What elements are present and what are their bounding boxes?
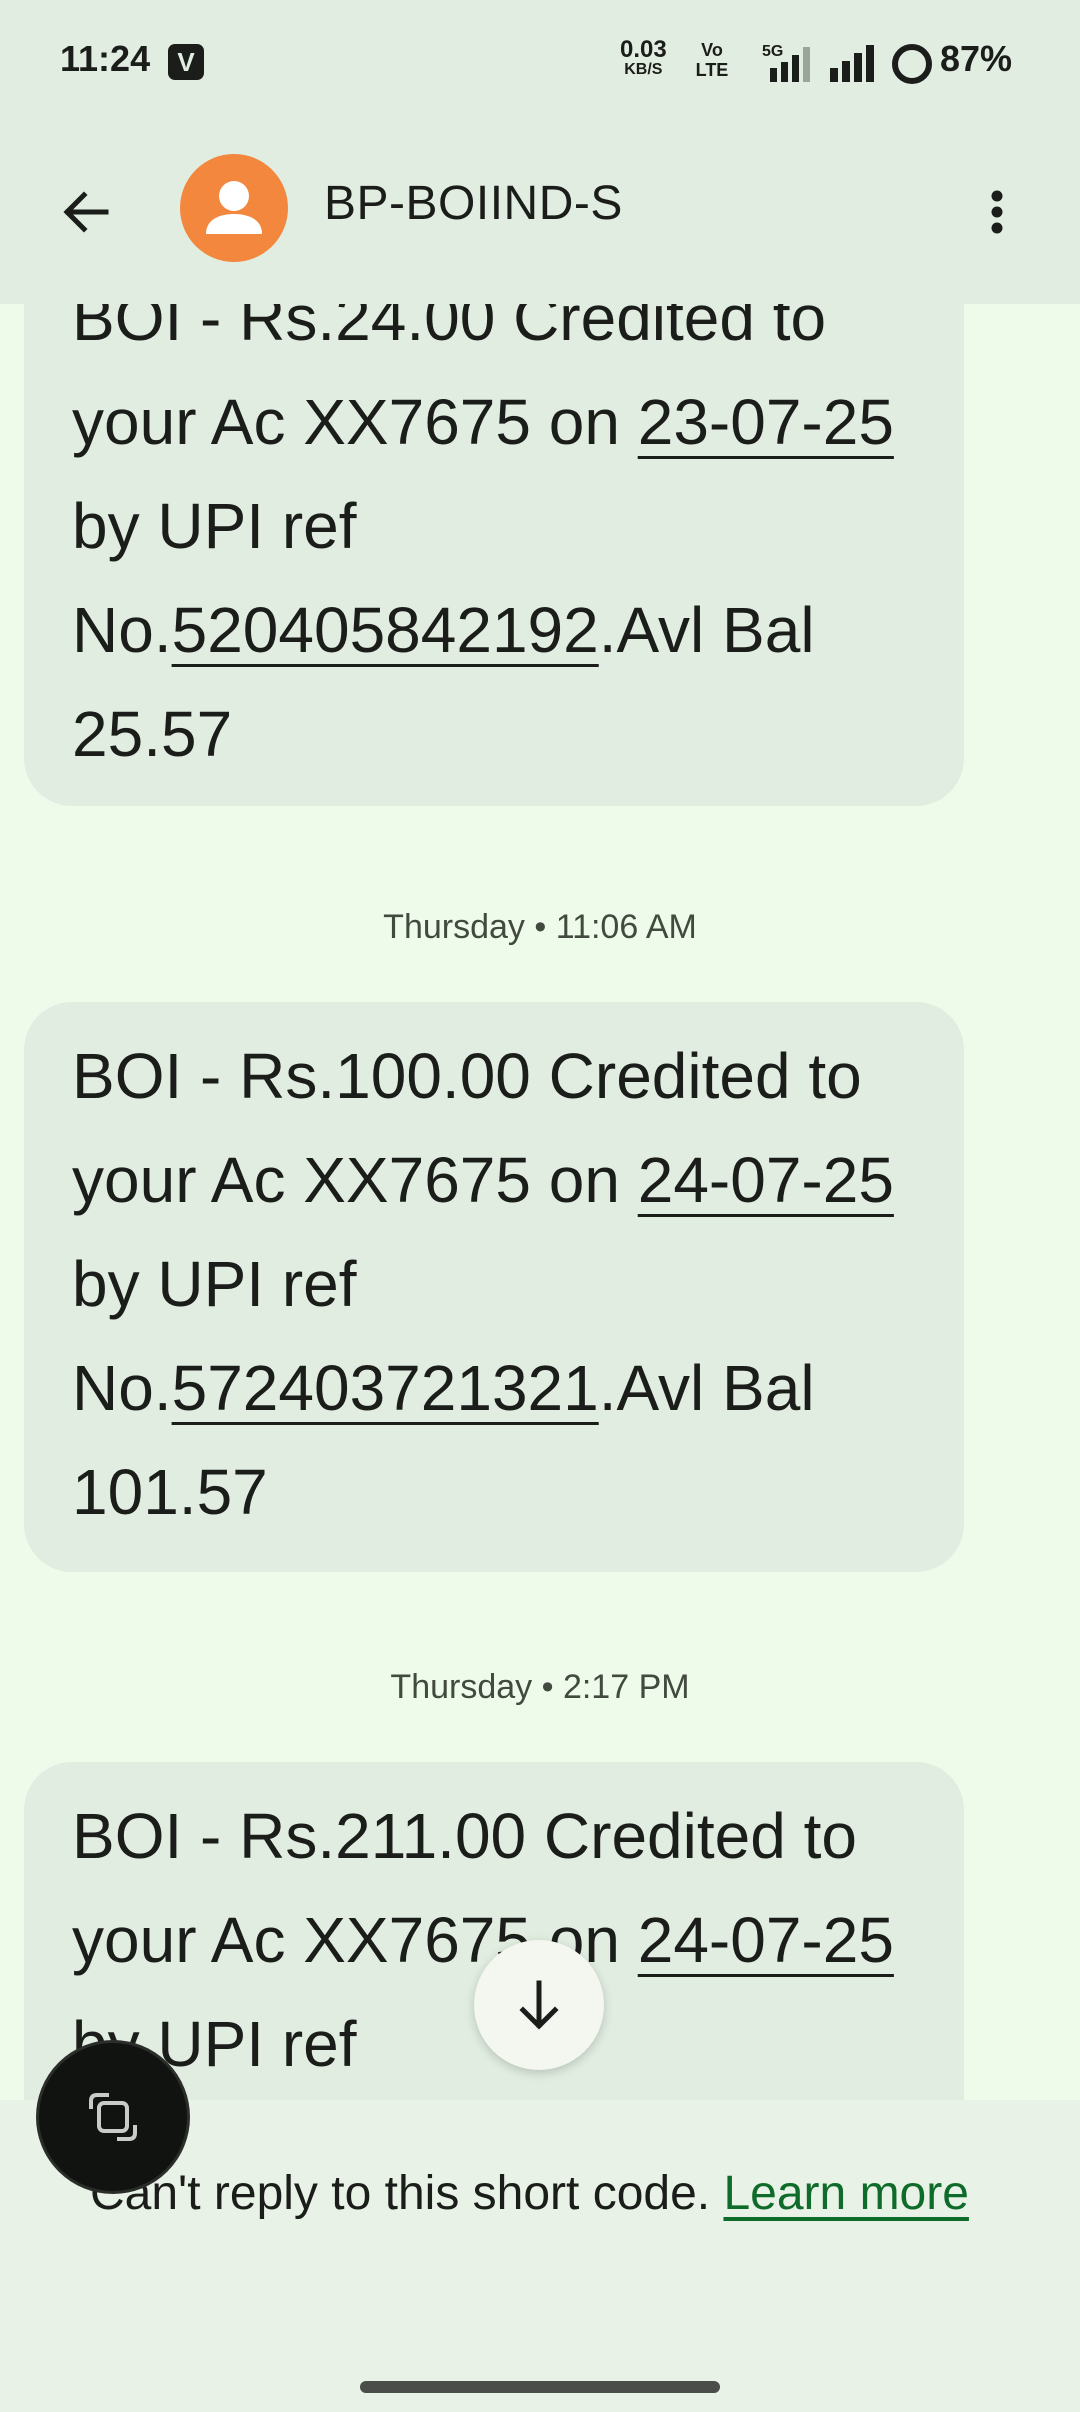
- learn-more-link[interactable]: Learn more: [723, 2167, 968, 2220]
- screen-rotate-icon: [89, 2093, 137, 2141]
- network-speed-unit: KB/S: [624, 61, 663, 78]
- signal-5g-icon: 5G: [762, 43, 810, 82]
- status-bar: 11:24 V 0.03 KB/S Vo LTE 5G 87%: [0, 0, 1080, 124]
- message-ref-link[interactable]: 572403721321: [172, 1352, 599, 1424]
- message-list[interactable]: BOI - Rs.24.00 Credited to your Ac XX767…: [0, 304, 1080, 2100]
- scroll-to-bottom-button[interactable]: [474, 1940, 604, 2070]
- message-date-link[interactable]: 24-07-25: [638, 1904, 894, 1976]
- message-text: BOI - Rs.24.00 Credited to your Ac XX767…: [72, 304, 916, 786]
- short-code-notice-text: Can't reply to this short code.: [90, 2167, 724, 2220]
- back-button[interactable]: [48, 174, 124, 250]
- short-code-notice: Can't reply to this short code. Learn mo…: [90, 2158, 990, 2230]
- arrow-down-icon: [519, 1980, 559, 2030]
- app-bar: BP-BOIIND-S: [0, 124, 1080, 304]
- notification-app-icon: V: [168, 44, 204, 80]
- status-time: 11:24: [60, 38, 151, 79]
- message-text: BOI - Rs.100.00 Credited to your Ac XX76…: [72, 1024, 916, 1544]
- network-speed: 0.03 KB/S: [620, 36, 667, 80]
- contact-name[interactable]: BP-BOIIND-S: [324, 176, 623, 231]
- message-timestamp: Thursday • 11:06 AM: [383, 908, 697, 946]
- message-date-link[interactable]: 23-07-25: [638, 386, 894, 458]
- battery-percent: 87%: [940, 38, 1013, 79]
- network-type-label: 5G: [762, 43, 783, 60]
- message-date-link[interactable]: 24-07-25: [638, 1144, 894, 1216]
- message-bubble[interactable]: BOI - Rs.24.00 Credited to your Ac XX767…: [24, 304, 964, 806]
- network-speed-value: 0.03: [620, 36, 667, 63]
- signal-icon: [830, 45, 874, 82]
- person-icon: [206, 181, 262, 234]
- message-timestamp: Thursday • 2:17 PM: [390, 1668, 690, 1706]
- volte-bottom-label: LTE: [695, 60, 729, 80]
- battery-icon: [892, 44, 932, 84]
- volte-top-label: Vo: [701, 40, 723, 60]
- contact-avatar[interactable]: [180, 154, 288, 262]
- message-ref-link[interactable]: 520405842192: [172, 594, 599, 666]
- arrow-back-icon: [63, 191, 109, 233]
- message-bubble[interactable]: BOI - Rs.100.00 Credited to your Ac XX76…: [24, 1002, 964, 1572]
- more-vert-icon: [991, 190, 1003, 234]
- rotate-screen-button[interactable]: [36, 2040, 190, 2194]
- more-options-button[interactable]: [974, 174, 1020, 250]
- volte-indicator: Vo LTE: [684, 40, 740, 80]
- home-indicator[interactable]: [360, 2381, 720, 2393]
